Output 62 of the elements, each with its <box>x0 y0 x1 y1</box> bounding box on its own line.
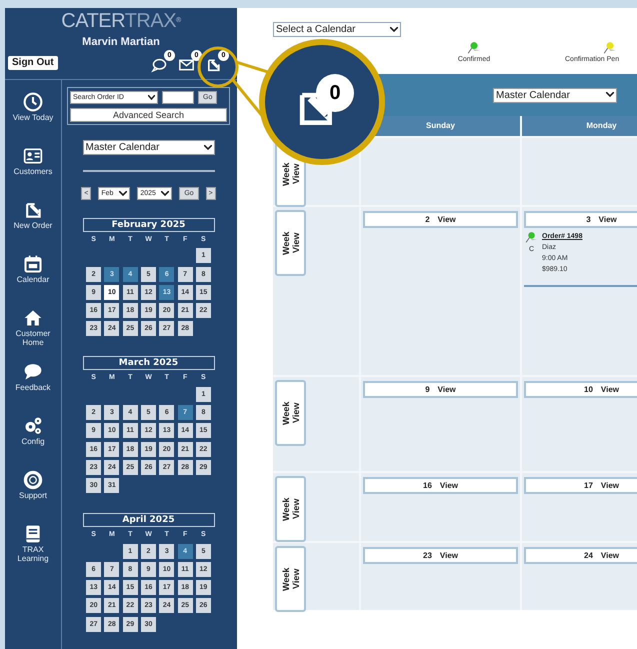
caret-icon <box>161 190 170 196</box>
month-title: February 2025 <box>82 218 214 232</box>
day-number: 3 <box>586 214 591 226</box>
house-icon[interactable] <box>23 308 43 328</box>
speech-bubble-icon[interactable] <box>23 362 43 382</box>
calendar-select[interactable]: Master Calendar <box>493 88 617 102</box>
id-card-icon[interactable] <box>23 146 43 166</box>
lifebuoy-icon[interactable] <box>23 470 43 490</box>
leader-line <box>236 60 268 74</box>
day-number: 17 <box>584 480 593 492</box>
speech-bubble-icon[interactable] <box>151 57 168 74</box>
day-number: 2 <box>425 214 430 226</box>
user-name: Marvin Martian <box>82 35 160 50</box>
calendar-select[interactable]: Master Calendar <box>82 140 214 155</box>
sign-out-button[interactable]: Sign Out <box>8 56 58 70</box>
view-link[interactable]: View <box>600 480 619 492</box>
week-view-button[interactable]: Week View <box>275 546 306 612</box>
nav-label[interactable]: Config <box>10 437 56 446</box>
highlight-ring <box>198 46 238 88</box>
nav-label[interactable]: Support <box>10 491 56 500</box>
view-link[interactable]: View <box>438 214 456 226</box>
nav-label[interactable]: New Order <box>10 221 56 230</box>
view-link[interactable]: View <box>440 550 458 562</box>
week-view-button[interactable]: Week View <box>275 380 306 446</box>
day-number: 23 <box>423 550 432 562</box>
nav-label[interactable]: Feedback <box>10 383 56 392</box>
nav-label[interactable]: View Today <box>10 113 56 122</box>
pencil-square-icon[interactable] <box>205 57 222 74</box>
pin-icon <box>525 231 538 244</box>
day-number: 9 <box>425 384 430 396</box>
caret-icon <box>390 26 398 32</box>
month-title: March 2025 <box>82 356 214 370</box>
envelope-icon[interactable] <box>178 57 195 74</box>
day-number: 10 <box>584 384 593 396</box>
nav-label[interactable]: TRAX Learning <box>10 545 56 563</box>
caret-icon <box>204 144 212 150</box>
month-title: April 2025 <box>82 513 214 528</box>
pin-icon <box>467 41 481 55</box>
gears-icon[interactable] <box>23 416 43 436</box>
nav-label[interactable]: Customers <box>10 167 56 176</box>
week-view-button[interactable]: Week View <box>275 210 306 276</box>
view-link[interactable]: View <box>598 214 617 226</box>
pencil-square-icon[interactable] <box>23 200 43 220</box>
week-view-button[interactable]: Week View <box>275 476 306 542</box>
view-link[interactable]: View <box>438 384 456 396</box>
caret-icon <box>148 94 155 100</box>
caret-icon <box>606 92 614 98</box>
day-number: 24 <box>584 550 593 562</box>
view-link[interactable]: View <box>440 480 458 492</box>
order-id-field[interactable] <box>162 91 194 104</box>
advanced-search-button[interactable]: Advanced Search <box>70 108 227 122</box>
pin-icon <box>603 41 617 55</box>
calendar-select[interactable]: Select a Calendar <box>273 22 401 37</box>
view-link[interactable]: View <box>600 550 619 562</box>
clock-icon[interactable] <box>23 92 43 112</box>
nav-label[interactable]: Customer Home <box>10 329 56 347</box>
day-number: 16 <box>423 480 432 492</box>
calendar-icon[interactable] <box>23 254 43 274</box>
view-link[interactable]: View <box>600 384 619 396</box>
nav-label[interactable]: Calendar <box>10 275 56 284</box>
caret-icon <box>119 190 128 196</box>
column-header: Monday <box>522 116 637 136</box>
